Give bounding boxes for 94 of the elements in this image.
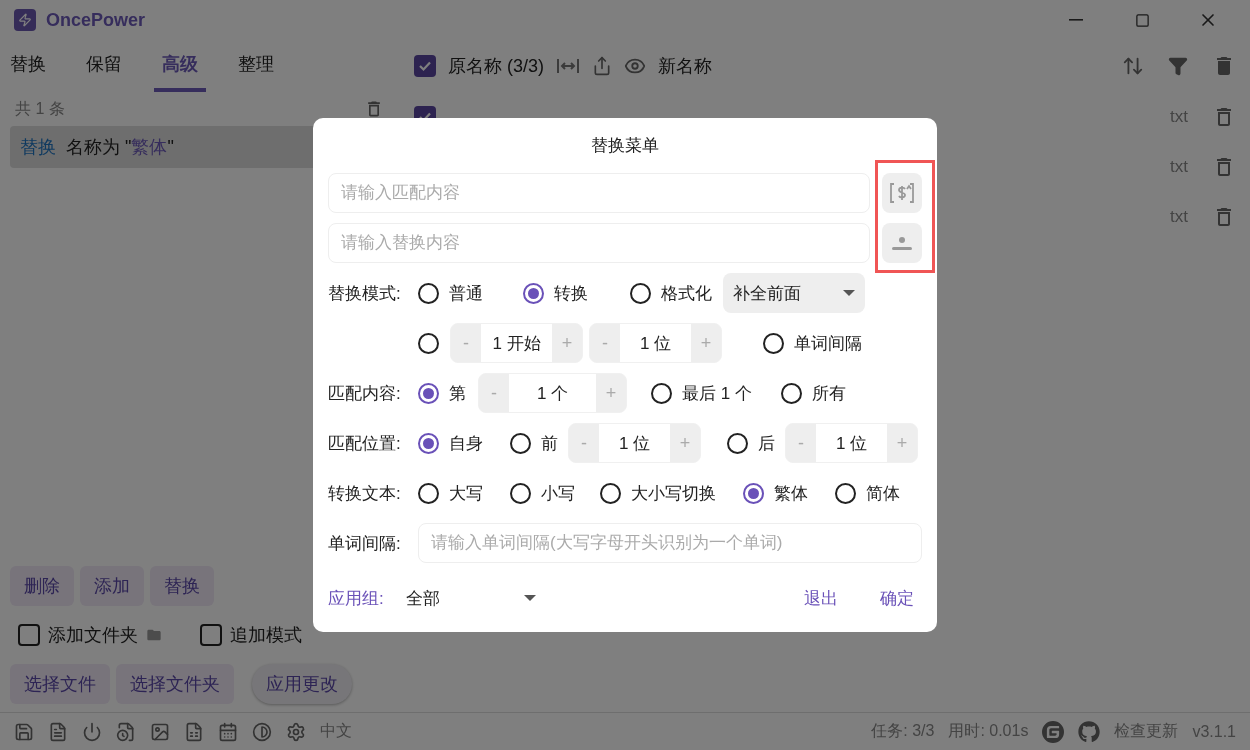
- radio-button[interactable]: [727, 432, 748, 454]
- radio-button[interactable]: [763, 332, 784, 354]
- checkbox[interactable]: [414, 55, 436, 77]
- field-label: 匹配内容:: [328, 382, 402, 405]
- column-header: 原名称 (3/3): [448, 55, 544, 78]
- radio-label[interactable]: 后: [758, 431, 775, 455]
- app-logo: [14, 9, 36, 31]
- group-label: 应用组:: [328, 587, 385, 610]
- format-select[interactable]: 补全前面: [723, 273, 865, 313]
- radio-label[interactable]: 转换: [554, 281, 588, 305]
- radio-label[interactable]: 格式化: [661, 281, 712, 305]
- radio-label[interactable]: 自身: [449, 431, 483, 455]
- sort-icon[interactable]: [1122, 55, 1144, 77]
- spreadsheet-icon[interactable]: [184, 721, 204, 742]
- radio-label[interactable]: 大写: [449, 481, 483, 505]
- radio-button[interactable]: [600, 482, 621, 504]
- radio-label[interactable]: 大小写切换: [631, 481, 716, 505]
- radio-label[interactable]: 最后 1 个: [682, 381, 752, 405]
- stepper-value[interactable]: 1 个: [509, 374, 596, 412]
- gitee-icon[interactable]: [1042, 720, 1065, 743]
- radio-button[interactable]: [418, 482, 439, 504]
- calendar-icon[interactable]: [218, 721, 238, 742]
- cancel-button[interactable]: 退出: [796, 580, 846, 616]
- radio-button[interactable]: [418, 382, 439, 404]
- radio-button[interactable]: [651, 382, 672, 404]
- file-extension: txt: [1170, 157, 1188, 177]
- radio-button[interactable]: [418, 282, 439, 304]
- power-icon[interactable]: [82, 721, 102, 742]
- option-label: 添加文件夹: [48, 624, 138, 647]
- radio-label[interactable]: 第: [449, 381, 466, 405]
- tab[interactable]: 替换: [2, 40, 54, 92]
- replace-field[interactable]: 请输入替换内容: [328, 223, 870, 263]
- app-title: OncePower: [46, 9, 147, 31]
- radio-button[interactable]: [781, 382, 802, 404]
- dialog-title: 替换菜单: [590, 135, 660, 157]
- document-icon[interactable]: [48, 721, 68, 742]
- filter-icon[interactable]: [1168, 56, 1188, 76]
- dropdown-icon: [843, 290, 855, 296]
- regex-button[interactable]: [882, 173, 922, 213]
- file-extension: txt: [1170, 107, 1188, 127]
- maximize-icon: [1134, 12, 1150, 28]
- save-icon[interactable]: [14, 721, 34, 742]
- radio-label[interactable]: 所有: [812, 381, 846, 405]
- check-icon: [418, 59, 432, 73]
- contrast-icon[interactable]: [252, 721, 272, 742]
- field-label: 单词间隔:: [328, 532, 402, 555]
- checkbox[interactable]: [18, 624, 40, 646]
- folder-icon: [146, 627, 162, 643]
- group-select[interactable]: 全部: [406, 586, 536, 610]
- regex-icon: [889, 180, 915, 206]
- field-label: 转换文本:: [328, 482, 402, 505]
- radio-button[interactable]: [835, 482, 856, 504]
- dropdown-icon: [524, 595, 536, 601]
- file-clock-icon[interactable]: [116, 721, 136, 742]
- rule-count: 共 1 条: [15, 98, 65, 119]
- match-field[interactable]: 请输入匹配内容: [328, 173, 870, 213]
- radio-label[interactable]: 繁体: [774, 481, 808, 505]
- field-label: 匹配位置:: [328, 432, 402, 455]
- tab[interactable]: 保留: [78, 40, 130, 92]
- radio-label[interactable]: 小写: [541, 481, 575, 505]
- radio-label[interactable]: 简体: [866, 481, 900, 505]
- radio-label[interactable]: 前: [541, 431, 558, 455]
- minimize-icon: [1069, 19, 1083, 21]
- insert-button[interactable]: [882, 223, 922, 263]
- radio-label[interactable]: 单词间隔: [794, 331, 862, 355]
- separator-field[interactable]: 请输入单词间隔(大写字母开头识别为一个单词): [418, 523, 922, 563]
- tab[interactable]: 整理: [230, 40, 282, 92]
- github-icon[interactable]: [1078, 720, 1101, 743]
- radio-button[interactable]: [523, 282, 544, 304]
- stepper-value[interactable]: 1 开始: [481, 324, 552, 362]
- width-icon[interactable]: [556, 56, 580, 76]
- stepper-value[interactable]: 1 位: [816, 424, 887, 462]
- option-label: 追加模式: [230, 624, 302, 647]
- column-header: 新名称: [658, 55, 712, 78]
- radio-button[interactable]: [510, 482, 531, 504]
- radio-button[interactable]: [418, 332, 439, 354]
- confirm-button[interactable]: 确定: [872, 580, 922, 616]
- checkbox[interactable]: [200, 624, 222, 646]
- radio-button[interactable]: [510, 432, 531, 454]
- task-count: 任务: 3/3: [871, 721, 935, 741]
- image-icon[interactable]: [150, 721, 170, 742]
- radio-button[interactable]: [743, 482, 764, 504]
- file-extension: txt: [1170, 207, 1188, 227]
- rule-text: 替换 名称为 "繁体": [20, 136, 174, 159]
- stepper-value[interactable]: 1 位: [620, 324, 691, 362]
- share-icon[interactable]: [592, 56, 612, 76]
- radio-button[interactable]: [418, 432, 439, 454]
- radio-label[interactable]: 普通: [449, 281, 483, 305]
- radio-button[interactable]: [630, 282, 651, 304]
- field-label: 替换模式:: [328, 282, 402, 305]
- elapsed-time: 用时: 0.01s: [948, 721, 1029, 741]
- version-label: v3.1.1: [1192, 722, 1236, 741]
- settings-icon[interactable]: [286, 721, 306, 742]
- stepper-value[interactable]: 1 位: [599, 424, 670, 462]
